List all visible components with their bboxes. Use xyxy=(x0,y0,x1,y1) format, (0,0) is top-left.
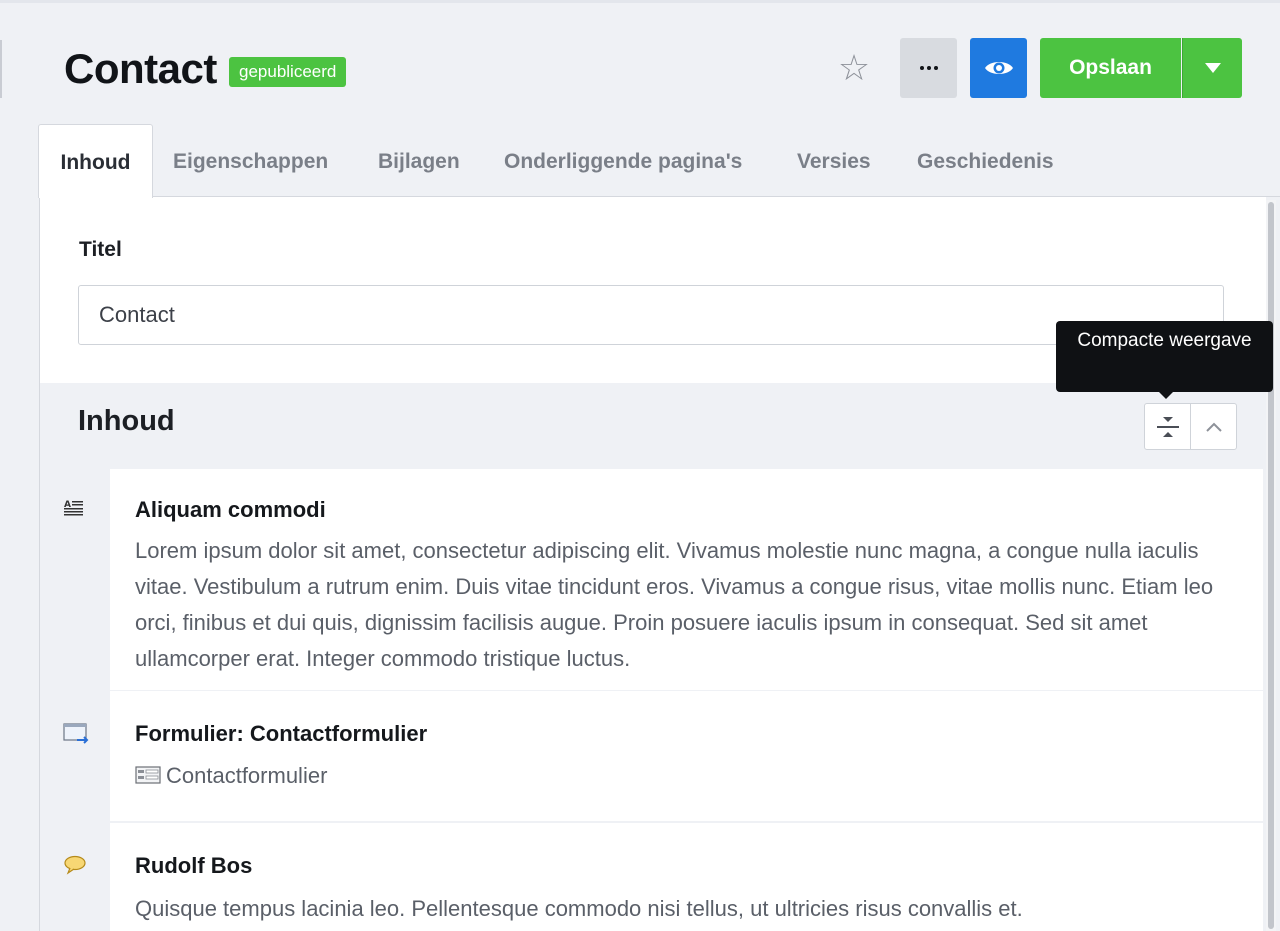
block-subtitle: Contactformulier xyxy=(135,758,1235,794)
more-actions-button[interactable] xyxy=(900,38,957,98)
collapse-section-button[interactable] xyxy=(1190,403,1237,450)
save-options-button[interactable] xyxy=(1182,38,1242,98)
ellipsis-dot xyxy=(933,66,938,70)
block-title: Aliquam commodi xyxy=(135,497,326,522)
tooltip: Compacte weergave xyxy=(1056,321,1273,392)
tab-onderliggende-paginas[interactable]: Onderliggende pagina's xyxy=(504,124,742,197)
form-block-icon xyxy=(63,723,89,744)
caret-down-icon xyxy=(1204,63,1221,73)
title-input[interactable] xyxy=(78,285,1224,345)
sidebar-edge xyxy=(0,40,2,98)
eye-icon xyxy=(984,62,1013,74)
ellipsis-icon xyxy=(919,66,924,70)
block-text: Lorem ipsum dolor sit amet, consectetur … xyxy=(135,538,1214,671)
text-block-icon: A xyxy=(64,500,83,516)
form-icon xyxy=(135,766,161,784)
tab-inhoud[interactable]: Inhoud xyxy=(38,124,153,198)
ellipsis-dot xyxy=(926,66,931,70)
content-block-text[interactable]: Aliquam commodi Lorem ipsum dolor sit am… xyxy=(110,469,1263,690)
top-border xyxy=(0,0,1280,3)
block-title: Rudolf Bos xyxy=(135,853,253,878)
title-field-label: Titel xyxy=(79,238,122,261)
content-block-form[interactable]: Formulier: Contactformulier Contactformu… xyxy=(110,691,1263,821)
save-button[interactable]: Opslaan xyxy=(1040,38,1181,98)
form-name: Contactformulier xyxy=(166,763,328,788)
content-block-quote[interactable]: Rudolf Bos Quisque tempus lacinia leo. P… xyxy=(110,823,1263,931)
tab-geschiedenis[interactable]: Geschiedenis xyxy=(917,124,1054,197)
status-badge: gepubliceerd xyxy=(229,57,347,87)
tab-bijlagen[interactable]: Bijlagen xyxy=(378,124,460,197)
section-title: Inhoud xyxy=(78,405,175,437)
page-title: Contact xyxy=(64,45,217,92)
scrollbar-thumb[interactable] xyxy=(1268,202,1274,929)
preview-button[interactable] xyxy=(970,38,1027,98)
block-title: Formulier: Contactformulier xyxy=(135,721,428,746)
compact-view-button[interactable] xyxy=(1144,403,1191,450)
tab-versies[interactable]: Versies xyxy=(797,124,871,197)
tooltip-arrow xyxy=(1158,391,1174,399)
quote-block-icon xyxy=(64,855,86,875)
block-text: Quisque tempus lacinia leo. Pellentesque… xyxy=(135,896,1023,921)
tab-eigenschappen[interactable]: Eigenschappen xyxy=(173,124,328,197)
collapse-vertical-icon xyxy=(1156,416,1179,437)
scrollbar[interactable] xyxy=(1266,200,1276,931)
favorite-star-icon[interactable]: ☆ xyxy=(834,48,874,88)
chevron-up-icon xyxy=(1205,422,1222,432)
